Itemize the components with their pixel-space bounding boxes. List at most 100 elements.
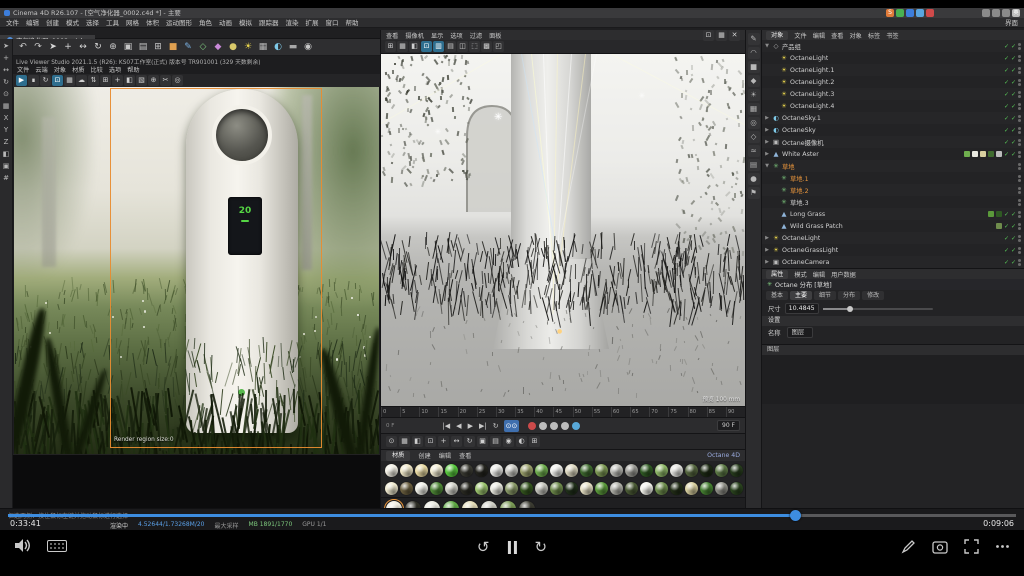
lv-tool-0[interactable]: ▶ — [16, 75, 27, 86]
right-tool-2[interactable]: ■ — [748, 61, 760, 73]
vp-tool-0[interactable]: ⊞ — [385, 41, 396, 52]
material-swatch[interactable] — [640, 482, 653, 495]
material-swatch[interactable] — [400, 464, 413, 477]
material-swatch[interactable] — [520, 482, 533, 495]
transport-1[interactable]: ◀ — [454, 420, 463, 432]
cube-primitive-icon[interactable]: ■ — [166, 40, 180, 54]
right-tool-1[interactable]: ◠ — [748, 47, 760, 59]
menu-item-跟踪器[interactable]: 跟踪器 — [259, 18, 279, 27]
menu-item-编辑[interactable]: 编辑 — [26, 18, 39, 27]
lower-tool-0[interactable]: ⊙ — [386, 436, 397, 447]
lower-tool-10[interactable]: ◐ — [516, 436, 527, 447]
autokey-toggle[interactable]: ⊙⊙ — [504, 420, 520, 432]
material-swatch[interactable] — [550, 464, 563, 477]
object-manager-tab[interactable]: 对象 — [766, 31, 788, 40]
expand-icon[interactable]: ▶ — [764, 247, 770, 253]
lv-menu-帮助[interactable]: 帮助 — [127, 65, 139, 74]
rotate-icon[interactable]: ↻ — [91, 40, 105, 54]
vp-menu-查看[interactable]: 查看 — [386, 31, 398, 40]
object-name[interactable]: Octane摄像机 — [782, 138, 824, 147]
material-swatch[interactable] — [595, 464, 608, 477]
layer-dots[interactable] — [1018, 223, 1021, 230]
render-view-icon[interactable]: ▣ — [121, 40, 135, 54]
layer-dots[interactable] — [1018, 151, 1021, 158]
editor-enabled-icon[interactable]: ✓ — [1011, 139, 1016, 146]
vp-tool-7[interactable]: ⬚ — [469, 41, 480, 52]
vp-layout-0[interactable]: ⊡ — [703, 30, 714, 41]
left-tool-10[interactable]: ▣ — [1, 161, 12, 172]
record-1[interactable] — [539, 422, 547, 430]
material-swatch[interactable] — [430, 482, 443, 495]
network-icon[interactable] — [982, 9, 990, 17]
expand-icon[interactable]: ▶ — [764, 235, 770, 241]
material-swatch[interactable] — [565, 464, 578, 477]
material-swatch[interactable] — [490, 482, 503, 495]
object-row[interactable]: ▶▣Octane摄像机✓✓ — [762, 136, 1024, 148]
material-icon[interactable]: ◉ — [301, 40, 315, 54]
material-tag-chip[interactable] — [964, 151, 970, 157]
mat-menu-创建[interactable]: 创建 — [418, 451, 430, 460]
render-enabled-icon[interactable]: ✓ — [1004, 139, 1009, 146]
left-tool-4[interactable]: ⊙ — [1, 89, 12, 100]
left-tool-11[interactable]: # — [1, 173, 12, 184]
render-enabled-icon[interactable]: ✓ — [1004, 223, 1009, 230]
left-tool-2[interactable]: ↔ — [1, 65, 12, 76]
right-tool-3[interactable]: ◆ — [748, 75, 760, 87]
lv-tool-6[interactable]: ⇅ — [88, 75, 99, 86]
timeline-ruler[interactable]: 051015202530354045505560657075808590 — [381, 406, 745, 417]
menu-item-动画[interactable]: 动画 — [219, 18, 232, 27]
material-swatch[interactable] — [430, 464, 443, 477]
material-swatch[interactable] — [550, 482, 563, 495]
deformer-icon[interactable]: ◆ — [211, 40, 225, 54]
material-swatch[interactable] — [490, 464, 503, 477]
editor-enabled-icon[interactable]: ✓ — [1011, 43, 1016, 50]
editor-enabled-icon[interactable]: ✓ — [1011, 67, 1016, 74]
object-row[interactable]: ▶▣OctaneCamera✓✓ — [762, 256, 1024, 268]
object-name[interactable]: OctaneSky — [782, 127, 816, 134]
attr-tab-基本[interactable]: 基本 — [766, 291, 788, 300]
material-swatch[interactable] — [715, 482, 728, 495]
right-tool-8[interactable]: ≈ — [748, 145, 760, 157]
render-enabled-icon[interactable]: ✓ — [1004, 79, 1009, 86]
right-tool-6[interactable]: ◎ — [748, 117, 760, 129]
vp-menu-面板[interactable]: 面板 — [489, 31, 501, 40]
scale-icon[interactable]: ↔ — [76, 40, 90, 54]
material-swatch[interactable] — [475, 464, 488, 477]
vp-tool-4[interactable]: ▥ — [433, 41, 444, 52]
transport-2[interactable]: ▶ — [466, 420, 475, 432]
material-manager-tab[interactable]: 材质 — [386, 451, 410, 461]
layer-dots[interactable] — [1018, 211, 1021, 218]
om-menu-文件[interactable]: 文件 — [794, 31, 806, 40]
material-swatch[interactable] — [460, 482, 473, 495]
mat-menu-查看[interactable]: 查看 — [459, 451, 471, 460]
render-enabled-icon[interactable]: ✓ — [1004, 151, 1009, 158]
transport-4[interactable]: ↻ — [491, 420, 501, 432]
volume-icon[interactable] — [992, 9, 1000, 17]
shield-icon[interactable] — [906, 9, 914, 17]
menu-item-模式[interactable]: 模式 — [66, 18, 79, 27]
material-swatch[interactable] — [685, 482, 698, 495]
material-swatch[interactable] — [475, 482, 488, 495]
lv-tool-2[interactable]: ↻ — [40, 75, 51, 86]
input-method[interactable]: 英 — [1012, 9, 1020, 17]
vp-layout-1[interactable]: ▦ — [716, 30, 727, 41]
row-dropdown[interactable]: 图层 — [787, 327, 814, 338]
attributes-tab[interactable]: 属性 — [766, 270, 788, 279]
left-tool-8[interactable]: Z — [1, 137, 12, 148]
vp-tool-8[interactable]: ▩ — [481, 41, 492, 52]
render-enabled-icon[interactable]: ✓ — [1004, 91, 1009, 98]
menu-item-扩展[interactable]: 扩展 — [306, 18, 319, 27]
object-name[interactable]: OctaneLight.3 — [790, 91, 834, 98]
om-menu-查看[interactable]: 查看 — [831, 31, 843, 40]
music-icon[interactable] — [926, 9, 934, 17]
menu-item-创建[interactable]: 创建 — [46, 18, 59, 27]
lv-menu-云端[interactable]: 云端 — [35, 65, 47, 74]
menu-item-角色[interactable]: 角色 — [199, 18, 212, 27]
editor-enabled-icon[interactable]: ✓ — [1011, 91, 1016, 98]
menu-item-工具[interactable]: 工具 — [106, 18, 119, 27]
material-swatch[interactable] — [730, 464, 743, 477]
object-row[interactable]: ☀OctaneLight.2✓✓ — [762, 76, 1024, 88]
menu-item-体积[interactable]: 体积 — [146, 18, 159, 27]
attr-menu-模式[interactable]: 模式 — [794, 270, 806, 279]
layer-dots[interactable] — [1018, 79, 1021, 86]
